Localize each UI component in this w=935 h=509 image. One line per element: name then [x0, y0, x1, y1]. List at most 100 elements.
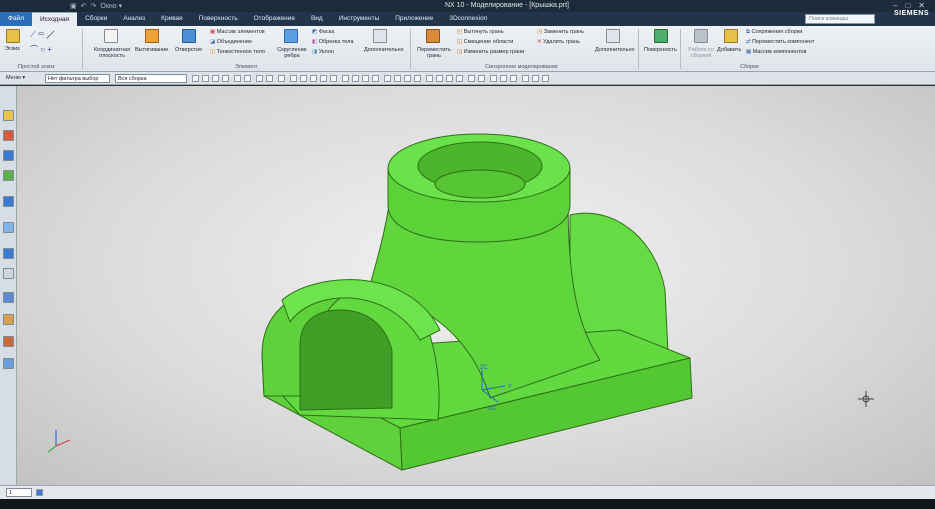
- web-browser-icon[interactable]: [3, 222, 14, 233]
- snap-tool-icon[interactable]: [320, 75, 327, 82]
- move-component-button[interactable]: ⇄ Переместить компонент: [746, 39, 814, 45]
- resize-face-button[interactable]: ◲ Изменить размер грани: [457, 49, 524, 55]
- tab-surface[interactable]: Поверхность: [191, 12, 246, 26]
- snap-tool-icon[interactable]: [244, 75, 251, 82]
- status-icon[interactable]: [36, 489, 43, 496]
- move-face-label[interactable]: Переместить грань: [416, 47, 452, 59]
- snap-tool-icon[interactable]: [384, 75, 391, 82]
- tab-3dconnexion[interactable]: 3Dconnexion: [441, 12, 495, 26]
- hole-label[interactable]: Отверстие: [175, 47, 202, 53]
- datum-plane-label[interactable]: Координатная плоскость: [92, 47, 132, 59]
- trim-body-button[interactable]: ◧ Обрезка тела: [312, 39, 353, 45]
- work-in-assembly-icon[interactable]: [694, 29, 708, 43]
- constraint-navigator-icon[interactable]: [3, 150, 14, 161]
- tab-render[interactable]: Отображение: [246, 12, 303, 26]
- roles-icon[interactable]: [3, 314, 14, 325]
- snap-tool-icon[interactable]: [266, 75, 273, 82]
- snap-tool-icon[interactable]: [256, 75, 263, 82]
- draft-button[interactable]: ◨ Уклон: [312, 49, 334, 55]
- manufacturing-wizard-icon[interactable]: [3, 292, 14, 303]
- assembly-mates-button[interactable]: ⧉ Сопряжения сборки: [746, 29, 802, 36]
- snap-tool-icon[interactable]: [202, 75, 209, 82]
- type-filter-select[interactable]: Нет фильтра выбор: [45, 74, 110, 83]
- tab-assemblies[interactable]: Сборки: [77, 12, 115, 26]
- pull-face-button[interactable]: ◰ Вытянуть грань: [457, 29, 504, 35]
- replace-face-button[interactable]: ◳ Заменить грань: [537, 29, 584, 35]
- pattern-component-button[interactable]: ▦ Массив компонентов: [746, 49, 806, 55]
- more-feature-icon[interactable]: [373, 29, 387, 43]
- snap-tool-icon[interactable]: [310, 75, 317, 82]
- snap-tool-icon[interactable]: [394, 75, 401, 82]
- more-feature-label[interactable]: Дополнительно: [364, 47, 404, 53]
- move-face-icon[interactable]: [426, 29, 440, 43]
- delete-face-button[interactable]: ✕ Удалить грань: [537, 39, 580, 45]
- save-icon[interactable]: ▣: [70, 2, 77, 10]
- work-in-assembly-label[interactable]: Работа со сборкой: [686, 47, 716, 59]
- offset-region-button[interactable]: ◱ Смещение области: [457, 39, 513, 45]
- assembly-navigator-icon[interactable]: [3, 130, 14, 141]
- snap-tool-icon[interactable]: [372, 75, 379, 82]
- view-tool-icon[interactable]: [478, 75, 485, 82]
- extrude-label[interactable]: Вытягивание: [135, 47, 168, 53]
- arc-icon[interactable]: ⌒ ○ +: [30, 44, 52, 55]
- snap-tool-icon[interactable]: [352, 75, 359, 82]
- more-sync-icon[interactable]: [606, 29, 620, 43]
- tab-home[interactable]: Исходная: [31, 12, 78, 26]
- pattern-feature-button[interactable]: ▦ Массив элементов: [210, 29, 265, 35]
- more-sync-label[interactable]: Дополнительно: [595, 47, 635, 53]
- snap-tool-icon[interactable]: [222, 75, 229, 82]
- view-tool-icon[interactable]: [532, 75, 539, 82]
- unite-button[interactable]: ◪ Объединение: [210, 39, 252, 45]
- view-tool-icon[interactable]: [542, 75, 549, 82]
- snap-tool-icon[interactable]: [234, 75, 241, 82]
- maximize-icon[interactable]: □: [905, 1, 910, 10]
- snap-tool-icon[interactable]: [212, 75, 219, 82]
- chamfer-button[interactable]: ◩ Фаска: [312, 29, 334, 35]
- graphics-window[interactable]: ZC Y XC: [17, 86, 935, 485]
- reuse-library-icon[interactable]: [3, 196, 14, 207]
- add-component-label[interactable]: Добавить: [717, 47, 741, 53]
- snap-tool-icon[interactable]: [330, 75, 337, 82]
- extrude-icon[interactable]: [145, 29, 159, 43]
- part-body[interactable]: [261, 133, 693, 471]
- snap-tool-icon[interactable]: [290, 75, 297, 82]
- view-tool-icon[interactable]: [522, 75, 529, 82]
- tab-analysis[interactable]: Анализ: [115, 12, 153, 26]
- status-spinner[interactable]: 1: [6, 488, 32, 497]
- snap-tool-icon[interactable]: [300, 75, 307, 82]
- scope-select[interactable]: Вся сборка: [115, 74, 187, 83]
- shell-button[interactable]: ◫ Тонкостенное тело: [210, 49, 265, 55]
- snap-tool-icon[interactable]: [278, 75, 285, 82]
- tab-view[interactable]: Вид: [303, 12, 331, 26]
- undo-icon[interactable]: ↶: [81, 2, 87, 10]
- datum-plane-icon[interactable]: [104, 29, 118, 43]
- view-tool-icon[interactable]: [436, 75, 443, 82]
- system-scenes-icon[interactable]: [3, 358, 14, 369]
- view-tool-icon[interactable]: [468, 75, 475, 82]
- edge-blend-icon[interactable]: [284, 29, 298, 43]
- snap-tool-icon[interactable]: [362, 75, 369, 82]
- system-materials-icon[interactable]: [3, 336, 14, 347]
- part-navigator-icon[interactable]: [3, 170, 14, 181]
- snap-tool-icon[interactable]: [342, 75, 349, 82]
- view-tool-icon[interactable]: [510, 75, 517, 82]
- surface-icon[interactable]: [654, 29, 668, 43]
- close-icon[interactable]: ✕: [918, 1, 925, 10]
- view-tool-icon[interactable]: [456, 75, 463, 82]
- history-icon[interactable]: [3, 248, 14, 259]
- line-icon[interactable]: ⟋ ▭ ╱: [30, 30, 54, 40]
- surface-label[interactable]: Поверхность: [644, 47, 677, 53]
- view-tool-icon[interactable]: [446, 75, 453, 82]
- tab-file[interactable]: Файл: [0, 12, 32, 26]
- snap-tool-icon[interactable]: [414, 75, 421, 82]
- view-tool-icon[interactable]: [500, 75, 507, 82]
- sketch-icon[interactable]: [6, 29, 20, 43]
- tab-application[interactable]: Приложение: [387, 12, 441, 26]
- add-component-icon[interactable]: [724, 29, 738, 43]
- select-tool-icon[interactable]: [192, 75, 199, 82]
- process-studio-icon[interactable]: [3, 268, 14, 279]
- menu-button[interactable]: Меню ▾: [6, 75, 25, 81]
- snap-tool-icon[interactable]: [404, 75, 411, 82]
- edge-blend-label[interactable]: Скругление ребра: [274, 47, 310, 59]
- minimize-icon[interactable]: –: [893, 1, 897, 10]
